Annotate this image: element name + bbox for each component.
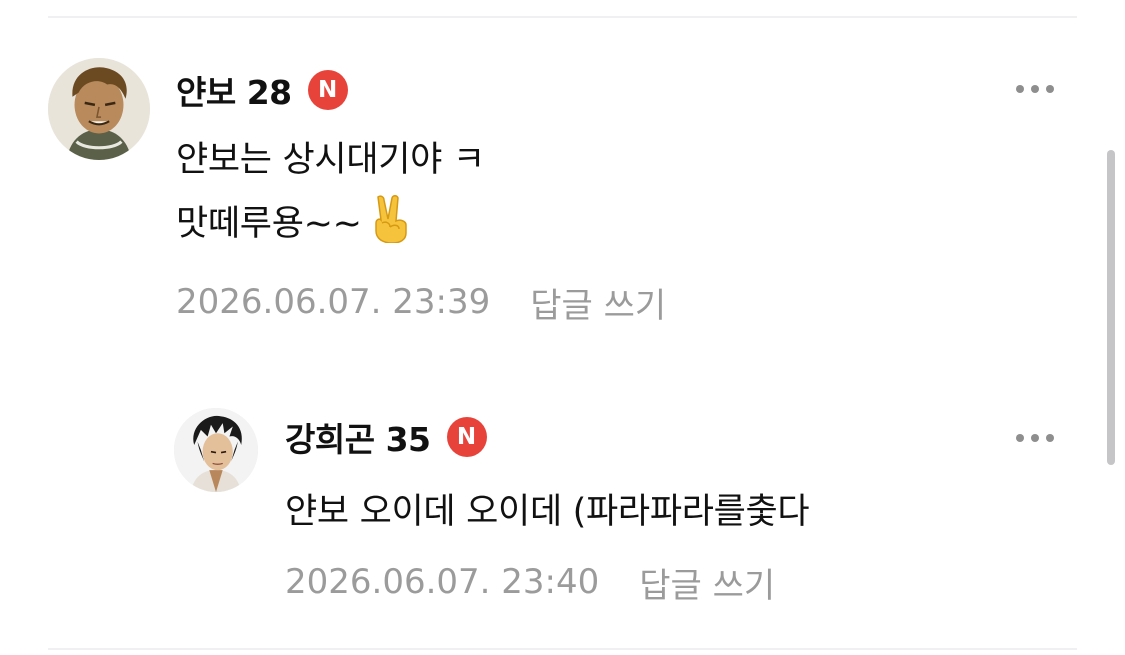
dot-icon — [1016, 85, 1024, 93]
reply-button[interactable]: 답글 쓰기 — [530, 278, 666, 327]
avatar[interactable] — [48, 58, 150, 160]
dot-icon — [1016, 434, 1024, 442]
timestamp: 2026.06.07. 23:40 — [285, 562, 600, 602]
dot-icon — [1046, 434, 1054, 442]
author-row: 강희곤 35 N — [285, 413, 487, 461]
reply-button[interactable]: 답글 쓰기 — [639, 558, 775, 607]
avatar-image-icon — [174, 408, 258, 492]
top-divider — [48, 16, 1077, 18]
comment-line: 맛떼루용~~ — [176, 204, 362, 244]
comment-body: 얀보는 상시대기야 ㅋ 맛떼루용~~ — [176, 128, 485, 264]
dot-icon — [1031, 434, 1039, 442]
new-badge-icon: N — [307, 70, 348, 110]
author-name[interactable]: 강희곤 35 — [285, 413, 431, 461]
new-badge-icon: N — [446, 417, 487, 457]
timestamp: 2026.06.07. 23:39 — [176, 282, 491, 322]
victory-hand-icon — [368, 193, 414, 264]
more-options-button[interactable] — [1016, 428, 1054, 448]
avatar[interactable] — [174, 408, 258, 492]
comment-meta: 2026.06.07. 23:40 답글 쓰기 — [285, 558, 775, 607]
dot-icon — [1046, 85, 1054, 93]
comment-body: 얀보 오이데 오이데 (파라파라를춫다 — [285, 480, 810, 544]
comment-line-with-emoji: 맛떼루용~~ — [176, 192, 485, 264]
author-name[interactable]: 얀보 28 — [176, 66, 292, 114]
dot-icon — [1031, 85, 1039, 93]
more-options-button[interactable] — [1016, 79, 1054, 99]
author-row: 얀보 28 N — [176, 66, 348, 114]
scrollbar[interactable] — [1107, 150, 1115, 465]
bottom-divider — [48, 648, 1077, 650]
comment-line: 얀보 오이데 오이데 (파라파라를춫다 — [285, 492, 810, 532]
comment-line: 얀보는 상시대기야 ㅋ — [176, 140, 485, 180]
comment-meta: 2026.06.07. 23:39 답글 쓰기 — [176, 278, 666, 327]
avatar-image-icon — [48, 58, 150, 160]
